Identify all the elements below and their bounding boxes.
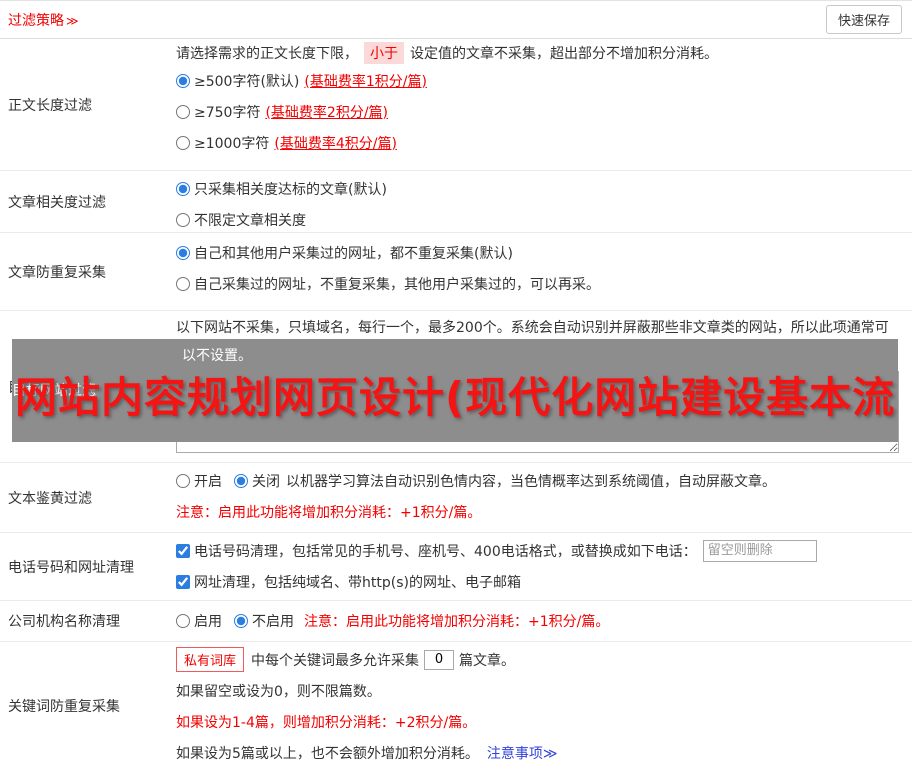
keyword-note-zero: 如果留空或设为0，则不限篇数。 — [176, 675, 904, 706]
keyword-count-input[interactable] — [424, 650, 454, 670]
radio-option-company-on[interactable]: 启用 — [176, 611, 222, 631]
radio-dedup-self-only[interactable] — [176, 277, 190, 291]
checkbox-url-clean[interactable] — [176, 575, 190, 589]
radio-500-chars[interactable] — [176, 74, 190, 88]
page-title: 过滤策略 — [8, 13, 64, 29]
radio-company-on[interactable] — [176, 614, 190, 628]
topbar: 过滤策略≫ 快速保存 — [0, 1, 912, 39]
section-title-toggle[interactable]: 过滤策略≫ — [8, 10, 79, 30]
radio-label: 开启 — [194, 471, 222, 491]
checkbox-phone-clean[interactable] — [176, 544, 190, 558]
radio-label: 不启用 — [252, 611, 294, 631]
radio-label: 自己采集过的网址，不重复采集，其他用户采集过的，可以再采。 — [194, 274, 600, 294]
intro-post: 设定值的文章不采集，超出部分不增加积分消耗。 — [410, 43, 718, 63]
row-label-keyword-dedup: 关键词防重复采集 — [0, 642, 174, 768]
target-site-desc-line1: 以下网站不采集，只填域名，每行一个，最多200个。系统会自动识别并屏蔽那些非文章… — [176, 315, 904, 339]
radio-option-dedup-self-only[interactable]: 自己采集过的网址，不重复采集，其他用户采集过的，可以再采。 — [176, 268, 904, 299]
radio-option-dedup-all-users[interactable]: 自己和其他用户采集过的网址，都不重复采集(默认) — [176, 237, 904, 268]
row-content-length-filter: 正文长度过滤 请选择需求的正文长度下限， 小于 设定值的文章不采集，超出部分不增… — [0, 39, 912, 171]
radio-option-750-chars[interactable]: ≥750字符 (基础费率2积分/篇) — [176, 96, 904, 127]
checkbox-option-url-clean[interactable]: 网址清理，包括纯域名、带http(s)的网址、电子邮箱 — [176, 572, 521, 592]
checkbox-option-phone-clean[interactable]: 电话号码清理，包括常见的手机号、座机号、400电话格式，或替换成如下电话： — [176, 541, 697, 561]
fee-note: (基础费率1积分/篇) — [304, 71, 427, 91]
radio-750-chars[interactable] — [176, 105, 190, 119]
overlay-desc-line2: 以不设置。 — [182, 345, 252, 365]
row-label-dedup: 文章防重复采集 — [0, 233, 174, 310]
row-article-dedup: 文章防重复采集 自己和其他用户采集过的网址，都不重复采集(默认) 自己采集过的网… — [0, 233, 912, 311]
watermark-overlay: 以不设置。 目标网站过滤 网站内容规划网页设计(现代化网站建设基本流 — [12, 339, 898, 442]
radio-porn-on[interactable] — [176, 474, 190, 488]
radio-label: ≥750字符 — [194, 102, 260, 122]
row-phone-url-clean: 电话号码和网址清理 电话号码清理，包括常见的手机号、座机号、400电话格式，或替… — [0, 533, 912, 601]
phone-url-clean-content: 电话号码清理，包括常见的手机号、座机号、400电话格式，或替换成如下电话： 网址… — [174, 533, 912, 600]
radio-label: 自己和其他用户采集过的网址，都不重复采集(默认) — [194, 243, 513, 263]
radio-porn-off[interactable] — [234, 474, 248, 488]
radio-option-500-chars[interactable]: ≥500字符(默认) (基础费率1积分/篇) — [176, 65, 904, 96]
radio-dedup-all-users[interactable] — [176, 246, 190, 260]
radio-option-relevance-unlimited[interactable]: 不限定文章相关度 — [176, 204, 904, 233]
radio-1000-chars[interactable] — [176, 136, 190, 150]
company-clean-content: 启用 不启用 注意：启用此功能将增加积分消耗：+1积分/篇。 — [174, 601, 912, 641]
notes-link[interactable]: 注意事项≫ — [487, 743, 558, 763]
row-porn-filter: 文本鉴黄过滤 开启 关闭 以机器学习算法自动识别色情内容，当色情概率达到系统阈值… — [0, 463, 912, 533]
row-label-company-clean: 公司机构名称清理 — [0, 601, 174, 641]
dedup-options: 自己和其他用户采集过的网址，都不重复采集(默认) 自己采集过的网址，不重复采集，… — [174, 233, 912, 310]
replacement-phone-input[interactable] — [703, 540, 817, 562]
keyword-note-5plus: 如果设为5篇或以上，也不会额外增加积分消耗。 — [176, 743, 479, 763]
row-label-content-length: 正文长度过滤 — [0, 39, 174, 170]
row-label-porn-filter: 文本鉴黄过滤 — [0, 463, 174, 532]
radio-label: 启用 — [194, 611, 222, 631]
radio-option-porn-on[interactable]: 开启 — [176, 471, 222, 491]
radio-relevance-default[interactable] — [176, 182, 190, 196]
fee-note: (基础费率4积分/篇) — [274, 133, 397, 153]
radio-relevance-unlimited[interactable] — [176, 213, 190, 227]
watermark-text: 网站内容规划网页设计(现代化网站建设基本流 — [15, 364, 895, 425]
row-label-phone-url-clean: 电话号码和网址清理 — [0, 533, 174, 600]
fee-note: (基础费率2积分/篇) — [265, 102, 388, 122]
radio-label: ≥500字符(默认) — [194, 71, 299, 91]
porn-filter-desc: 以机器学习算法自动识别色情内容，当色情概率达到系统阈值，自动屏蔽文章。 — [286, 471, 776, 491]
relevance-options: 只采集相关度达标的文章(默认) 不限定文章相关度 — [174, 171, 912, 232]
porn-filter-note: 注意：启用此功能将增加积分消耗：+1积分/篇。 — [176, 496, 904, 527]
row-keyword-dedup: 关键词防重复采集 私有词库 中每个关键词最多允许采集 篇文章。 如果留空或设为0… — [0, 642, 912, 768]
checkbox-label: 网址清理，包括纯域名、带http(s)的网址、电子邮箱 — [194, 572, 521, 592]
radio-option-porn-off[interactable]: 关闭 — [234, 471, 280, 491]
radio-label: 不限定文章相关度 — [194, 210, 306, 230]
radio-option-relevance-default[interactable]: 只采集相关度达标的文章(默认) — [176, 173, 904, 204]
checkbox-label: 电话号码清理，包括常见的手机号、座机号、400电话格式，或替换成如下电话： — [194, 541, 697, 561]
keyword-note-1-4: 如果设为1-4篇，则增加积分消耗：+2积分/篇。 — [176, 706, 904, 737]
keyword-limit-text-end: 篇文章。 — [459, 650, 515, 670]
row-relevance-filter: 文章相关度过滤 只采集相关度达标的文章(默认) 不限定文章相关度 — [0, 171, 912, 233]
chevron-double-icon: ≫ — [66, 14, 79, 28]
radio-label: ≥1000字符 — [194, 133, 269, 153]
private-thesaurus-tag[interactable]: 私有词库 — [176, 647, 244, 672]
company-clean-note: 注意：启用此功能将增加积分消耗：+1积分/篇。 — [304, 611, 609, 631]
quick-save-button[interactable]: 快速保存 — [826, 5, 902, 34]
porn-filter-content: 开启 关闭 以机器学习算法自动识别色情内容，当色情概率达到系统阈值，自动屏蔽文章… — [174, 463, 912, 532]
radio-label: 关闭 — [252, 471, 280, 491]
intro-pre: 请选择需求的正文长度下限， — [176, 43, 358, 63]
content-length-intro: 请选择需求的正文长度下限， 小于 设定值的文章不采集，超出部分不增加积分消耗。 — [176, 41, 904, 65]
radio-option-company-off[interactable]: 不启用 — [234, 611, 294, 631]
filter-strategy-page: 过滤策略≫ 快速保存 正文长度过滤 请选择需求的正文长度下限， 小于 设定值的文… — [0, 0, 912, 768]
radio-label: 只采集相关度达标的文章(默认) — [194, 179, 387, 199]
radio-option-1000-chars[interactable]: ≥1000字符 (基础费率4积分/篇) — [176, 127, 904, 158]
intro-highlight: 小于 — [364, 42, 404, 64]
row-label-relevance: 文章相关度过滤 — [0, 171, 174, 232]
row-company-clean: 公司机构名称清理 启用 不启用 注意：启用此功能将增加积分消耗：+1积分/篇。 — [0, 601, 912, 642]
keyword-dedup-content: 私有词库 中每个关键词最多允许采集 篇文章。 如果留空或设为0，则不限篇数。 如… — [174, 642, 912, 768]
radio-company-off[interactable] — [234, 614, 248, 628]
keyword-limit-text: 中每个关键词最多允许采集 — [251, 650, 419, 670]
content-length-options: 请选择需求的正文长度下限， 小于 设定值的文章不采集，超出部分不增加积分消耗。 … — [174, 39, 912, 170]
